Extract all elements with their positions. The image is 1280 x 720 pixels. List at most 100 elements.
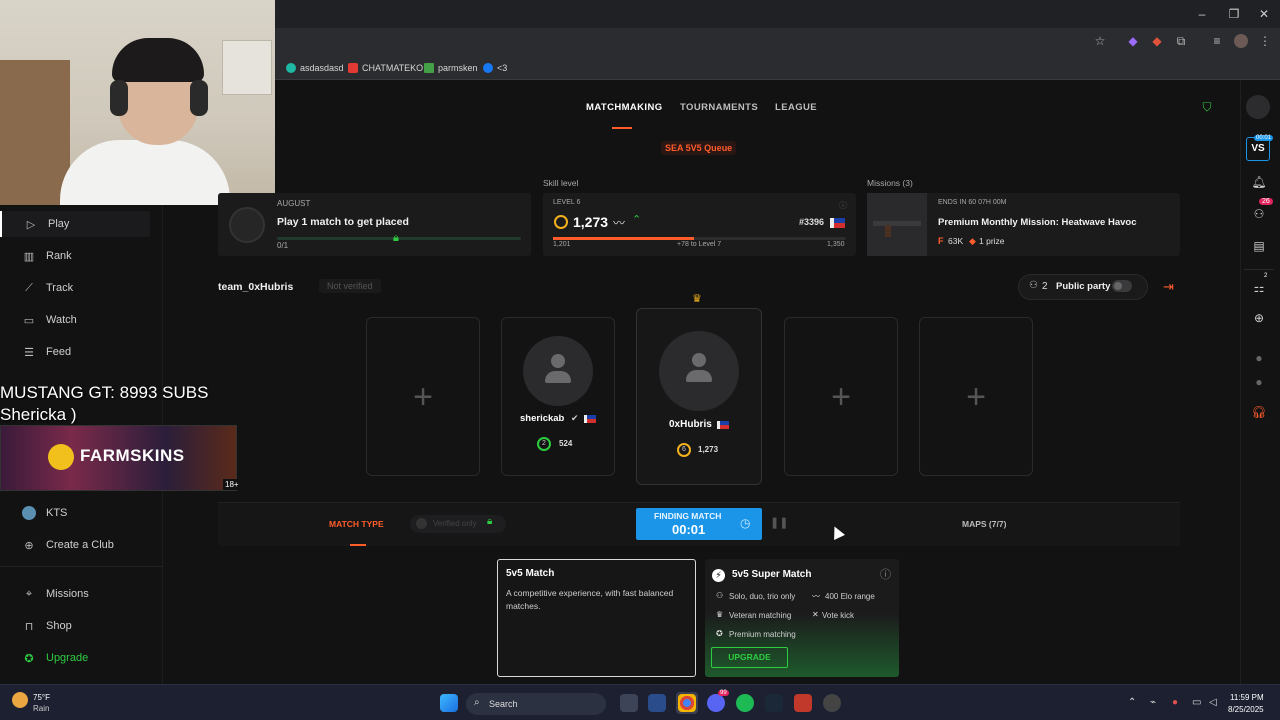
- sidebar-item-missions[interactable]: ⌖ Missions: [0, 581, 150, 607]
- invite-slot-button[interactable]: +: [919, 317, 1033, 476]
- level-badge: 6: [677, 443, 691, 457]
- mission-points: 63K: [948, 236, 964, 246]
- tab-league[interactable]: LEAGUE: [775, 102, 817, 113]
- minimize-icon[interactable]: –: [1194, 6, 1210, 22]
- menu-dots-icon[interactable]: ⋮: [1258, 34, 1272, 48]
- extensions-puzzle-icon[interactable]: ⧉: [1174, 34, 1188, 48]
- discord-badge: 99: [718, 690, 729, 696]
- tab-match-type[interactable]: MATCH TYPE: [329, 519, 384, 529]
- friends-icon[interactable]: ⚇: [1250, 205, 1268, 223]
- verified-check-icon: ✔: [571, 413, 579, 423]
- chat-icon[interactable]: ▤: [1250, 237, 1268, 255]
- missions-heading: Missions (3): [867, 178, 913, 188]
- ph-flag-icon: [830, 218, 845, 228]
- volume-icon[interactable]: ◁: [1209, 697, 1217, 708]
- windows-start-icon[interactable]: [440, 694, 458, 712]
- user-icon[interactable]: ●: [1250, 349, 1268, 367]
- store-icon[interactable]: [648, 694, 666, 712]
- reading-list-icon[interactable]: ≡: [1210, 34, 1224, 48]
- party-icon[interactable]: ⚏: [1250, 279, 1268, 297]
- clock-date[interactable]: 8/25/2025: [1228, 705, 1264, 714]
- chevron-up-icon[interactable]: ⌃: [1128, 697, 1136, 708]
- streamer-shirt: [60, 140, 230, 205]
- public-party-label: Public party: [1056, 281, 1111, 292]
- public-party-toggle[interactable]: [1112, 280, 1132, 292]
- invite-slot-button[interactable]: +: [366, 317, 480, 476]
- close-icon[interactable]: ✕: [1256, 6, 1272, 22]
- sidebar-item-play[interactable]: ▷ Play: [0, 211, 150, 237]
- party-badge: 2: [1264, 273, 1268, 279]
- weather-icon: [12, 692, 28, 708]
- info-icon[interactable]: ⓘ: [880, 566, 891, 582]
- sidebar-item-track[interactable]: ⟋ Track: [0, 275, 150, 301]
- elo-progress-bar: [553, 237, 846, 240]
- active-tab-indicator: [612, 127, 632, 129]
- bookmark-item[interactable]: <3: [483, 60, 507, 76]
- profile-avatar[interactable]: [1234, 34, 1248, 48]
- sidebar-item-rank[interactable]: ▥ Rank: [0, 243, 150, 269]
- restore-icon[interactable]: ❐: [1226, 6, 1242, 22]
- player-name: 0xHubris: [669, 419, 712, 430]
- shield-app-icon[interactable]: [794, 694, 812, 712]
- leave-party-icon[interactable]: ⇥: [1163, 279, 1174, 295]
- sidebar-item-feed[interactable]: ☰ Feed: [0, 339, 150, 365]
- spotify-icon[interactable]: [736, 694, 754, 712]
- elo-to-next: +78 to Level 7: [677, 241, 722, 248]
- placement-progress-text: 0/1: [277, 241, 289, 250]
- shield-icon[interactable]: ⛉: [1200, 100, 1214, 114]
- network-icon[interactable]: ⌁: [1150, 697, 1156, 708]
- headset-icon[interactable]: 🎧︎: [1250, 403, 1268, 421]
- steam-icon[interactable]: [765, 694, 783, 712]
- bell-icon[interactable]: 🔔︎: [1250, 173, 1268, 191]
- mic-icon[interactable]: ●: [1172, 697, 1178, 708]
- discord-icon[interactable]: [707, 694, 725, 712]
- task-view-icon[interactable]: [620, 694, 638, 712]
- weather-desc: Rain: [33, 704, 50, 713]
- display-icon[interactable]: ▭: [1192, 697, 1201, 708]
- upgrade-button[interactable]: UPGRADE: [711, 647, 788, 668]
- create-club-button[interactable]: ⊕ Create a Club: [0, 532, 150, 558]
- taskbar-search[interactable]: [466, 693, 606, 715]
- bookmark-item[interactable]: CHATMATEKO: [348, 60, 423, 76]
- active-tab-indicator: [350, 544, 366, 546]
- app-icon[interactable]: [823, 694, 841, 712]
- feature-text: Vote kick: [822, 611, 855, 620]
- club-logo-icon: [22, 506, 36, 520]
- plus-circle-icon: ⊕: [24, 539, 34, 552]
- webcam-overlay: [0, 0, 275, 205]
- verified-badge: Not verified: [319, 279, 381, 293]
- tab-tournaments[interactable]: TOURNAMENTS: [680, 102, 758, 113]
- trend-icon: 〰: [613, 216, 626, 230]
- tab-matchmaking[interactable]: MATCHMAKING: [586, 102, 663, 113]
- pause-icon[interactable]: ❚❚: [770, 516, 788, 529]
- divider: [0, 566, 163, 567]
- invite-slot-button[interactable]: +: [784, 317, 898, 476]
- clock-time[interactable]: 11:59 PM: [1230, 693, 1264, 702]
- upgrade-star-icon: ✪: [24, 652, 34, 665]
- sidebar-item-watch[interactable]: ▭ Watch: [0, 307, 150, 333]
- headphones-icon: [110, 80, 128, 116]
- bookmark-item[interactable]: asdasdasd: [286, 60, 344, 76]
- bookmark-icon: [424, 63, 434, 73]
- placement-progress-bar: [277, 237, 521, 240]
- user-icon[interactable]: ●: [1250, 373, 1268, 391]
- search-icon: ⌕: [474, 697, 480, 708]
- extension-icon[interactable]: ◆: [1150, 34, 1164, 48]
- match-description: A competitive experience, with fast bala…: [506, 588, 674, 611]
- profile-avatar[interactable]: [1246, 95, 1270, 119]
- add-circle-icon[interactable]: ⊕: [1250, 309, 1268, 327]
- bookmark-star-icon[interactable]: ☆: [1093, 34, 1107, 48]
- sidebar-item-kts[interactable]: KTS: [0, 500, 150, 526]
- prize-icon: ◆: [969, 236, 976, 246]
- age-badge: 18+: [223, 479, 241, 490]
- extension-icon[interactable]: ◆: [1126, 34, 1140, 48]
- sidebar-item-upgrade[interactable]: ✪ Upgrade: [0, 645, 150, 671]
- tab-maps[interactable]: MAPS (7/7): [962, 519, 1006, 529]
- team-name[interactable]: team_0xHubris: [218, 281, 293, 293]
- sidebar-item-shop[interactable]: ⊓ Shop: [0, 613, 150, 639]
- bookmark-item[interactable]: parmsken: [424, 60, 478, 76]
- crown-icon: ♛: [716, 610, 724, 619]
- avatar: [523, 336, 593, 406]
- chrome-icon[interactable]: [678, 694, 696, 712]
- info-icon[interactable]: ⓘ: [839, 200, 847, 211]
